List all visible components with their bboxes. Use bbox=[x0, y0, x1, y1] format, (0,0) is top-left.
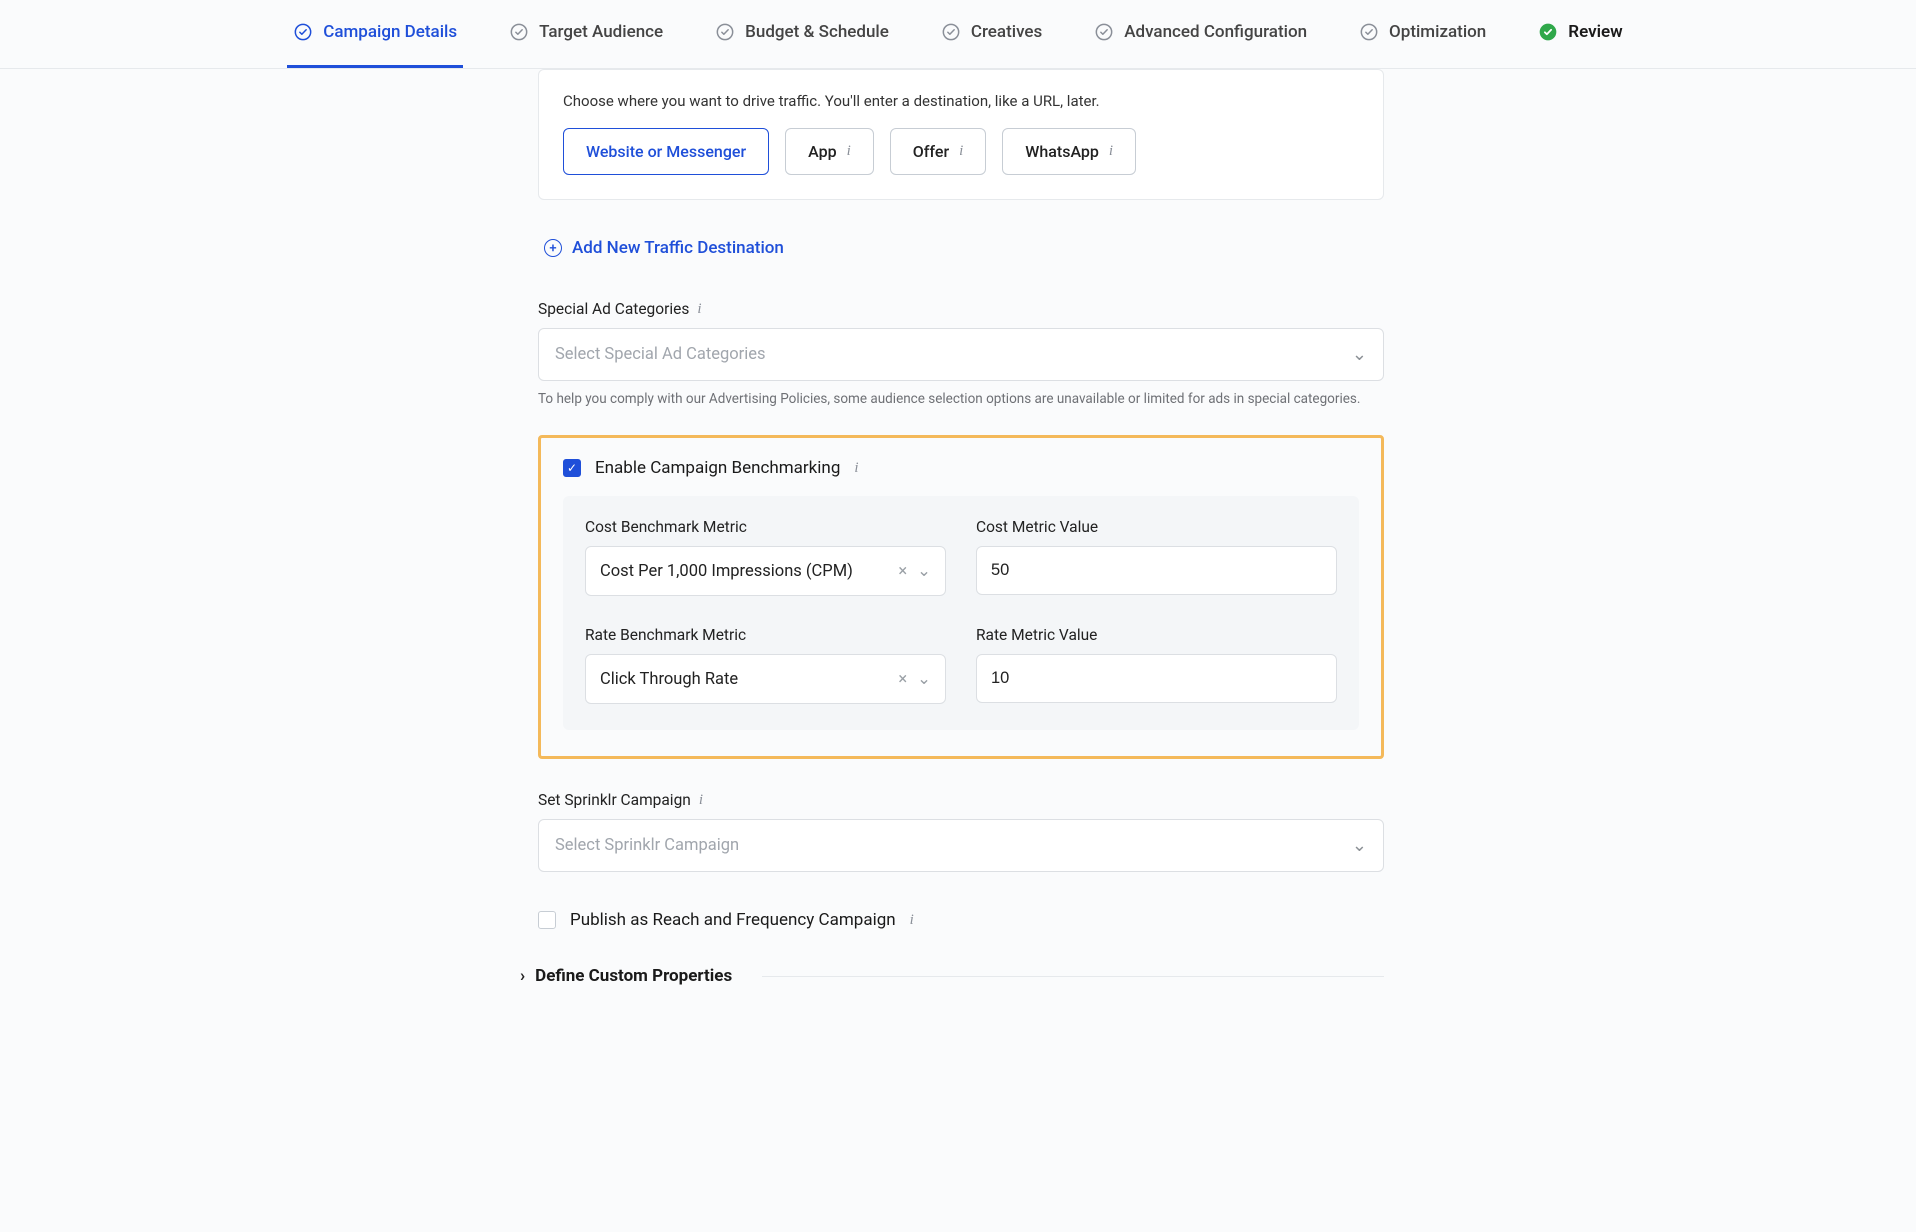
special-categories-help: To help you comply with our Advertising … bbox=[538, 391, 1384, 407]
tab-review[interactable]: Review bbox=[1532, 0, 1628, 68]
publish-reach-checkbox[interactable] bbox=[538, 911, 556, 929]
info-icon: i bbox=[699, 792, 703, 809]
check-circle-icon bbox=[715, 22, 735, 42]
select-placeholder: Select Sprinklr Campaign bbox=[555, 836, 739, 855]
cost-value-input[interactable] bbox=[991, 561, 1322, 580]
traffic-description: Choose where you want to drive traffic. … bbox=[563, 92, 1359, 110]
rate-value-cell: Rate Metric Value bbox=[976, 626, 1337, 704]
tab-label: Review bbox=[1568, 22, 1622, 42]
chevron-right-icon: › bbox=[520, 966, 525, 986]
info-icon: i bbox=[854, 460, 858, 477]
label-text: Special Ad Categories bbox=[538, 300, 689, 318]
check-circle-icon bbox=[941, 22, 961, 42]
traffic-option-whatsapp[interactable]: WhatsApp i bbox=[1002, 128, 1136, 175]
enable-benchmarking-checkbox[interactable]: ✓ bbox=[563, 459, 581, 477]
tab-budget-schedule[interactable]: Budget & Schedule bbox=[709, 0, 895, 68]
check-circle-icon bbox=[509, 22, 529, 42]
wizard-tabs: Campaign Details Target Audience Budget … bbox=[0, 0, 1916, 69]
clear-icon[interactable]: × bbox=[898, 670, 907, 689]
plus-circle-icon: + bbox=[544, 239, 562, 257]
label-text: Set Sprinklr Campaign bbox=[538, 791, 691, 809]
cost-value-label: Cost Metric Value bbox=[976, 518, 1337, 536]
enable-benchmarking-label: Enable Campaign Benchmarking bbox=[595, 458, 840, 478]
define-custom-properties-toggle[interactable]: › Define Custom Properties bbox=[520, 966, 1384, 986]
tab-creatives[interactable]: Creatives bbox=[935, 0, 1048, 68]
divider bbox=[762, 976, 1384, 977]
rate-metric-label: Rate Benchmark Metric bbox=[585, 626, 946, 644]
special-categories-label: Special Ad Categories i bbox=[538, 300, 1384, 318]
rate-metric-select[interactable]: Click Through Rate × ⌄ bbox=[585, 654, 946, 704]
rate-metric-cell: Rate Benchmark Metric Click Through Rate… bbox=[585, 626, 946, 704]
benchmarking-highlight: ✓ Enable Campaign Benchmarking i Cost Be… bbox=[538, 435, 1384, 759]
tab-label: Target Audience bbox=[539, 22, 663, 42]
tab-label: Budget & Schedule bbox=[745, 22, 889, 42]
cost-metric-value: Cost Per 1,000 Impressions (CPM) bbox=[600, 562, 853, 581]
sprinklr-campaign-select[interactable]: Select Sprinklr Campaign ⌄ bbox=[538, 819, 1384, 872]
traffic-option-website[interactable]: Website or Messenger bbox=[563, 128, 769, 175]
tab-advanced-config[interactable]: Advanced Configuration bbox=[1088, 0, 1313, 68]
chevron-down-icon: ⌄ bbox=[1352, 344, 1367, 365]
info-icon: i bbox=[910, 912, 914, 929]
check-circle-icon bbox=[1094, 22, 1114, 42]
cost-metric-label: Cost Benchmark Metric bbox=[585, 518, 946, 536]
traffic-option-label: WhatsApp bbox=[1025, 142, 1099, 161]
info-icon: i bbox=[697, 301, 701, 318]
tab-optimization[interactable]: Optimization bbox=[1353, 0, 1492, 68]
enable-benchmarking-row: ✓ Enable Campaign Benchmarking i bbox=[563, 458, 1359, 478]
tab-label: Campaign Details bbox=[323, 22, 457, 42]
info-icon: i bbox=[1109, 143, 1113, 160]
tab-campaign-details[interactable]: Campaign Details bbox=[287, 0, 463, 68]
traffic-option-label: Offer bbox=[913, 142, 949, 161]
traffic-destination-card: Choose where you want to drive traffic. … bbox=[538, 69, 1384, 200]
chevron-down-icon[interactable]: ⌄ bbox=[917, 669, 931, 689]
chevron-down-icon[interactable]: ⌄ bbox=[917, 561, 931, 581]
select-placeholder: Select Special Ad Categories bbox=[555, 345, 766, 364]
info-icon: i bbox=[959, 143, 963, 160]
benchmarking-grid: Cost Benchmark Metric Cost Per 1,000 Imp… bbox=[563, 496, 1359, 730]
special-categories-select[interactable]: Select Special Ad Categories ⌄ bbox=[538, 328, 1384, 381]
rate-value-input-wrap bbox=[976, 654, 1337, 703]
traffic-option-app[interactable]: App i bbox=[785, 128, 874, 175]
add-traffic-destination-link[interactable]: + Add New Traffic Destination bbox=[544, 238, 1384, 258]
cost-metric-cell: Cost Benchmark Metric Cost Per 1,000 Imp… bbox=[585, 518, 946, 596]
chevron-down-icon: ⌄ bbox=[1352, 835, 1367, 856]
check-circle-icon bbox=[293, 22, 313, 42]
add-traffic-label: Add New Traffic Destination bbox=[572, 238, 784, 258]
rate-value-input[interactable] bbox=[991, 669, 1322, 688]
cost-metric-select[interactable]: Cost Per 1,000 Impressions (CPM) × ⌄ bbox=[585, 546, 946, 596]
traffic-option-label: Website or Messenger bbox=[586, 142, 746, 161]
traffic-option-label: App bbox=[808, 142, 836, 161]
define-custom-label: Define Custom Properties bbox=[535, 966, 732, 986]
rate-value-label: Rate Metric Value bbox=[976, 626, 1337, 644]
check-fill-icon bbox=[1538, 22, 1558, 42]
tab-label: Creatives bbox=[971, 22, 1042, 42]
rate-metric-value: Click Through Rate bbox=[600, 670, 738, 689]
tab-label: Advanced Configuration bbox=[1124, 22, 1307, 42]
sprinklr-campaign-label: Set Sprinklr Campaign i bbox=[538, 791, 1384, 809]
traffic-options: Website or Messenger App i Offer i Whats… bbox=[563, 128, 1359, 175]
traffic-option-offer[interactable]: Offer i bbox=[890, 128, 987, 175]
tab-target-audience[interactable]: Target Audience bbox=[503, 0, 669, 68]
publish-reach-row: Publish as Reach and Frequency Campaign … bbox=[538, 910, 1384, 930]
cost-value-cell: Cost Metric Value bbox=[976, 518, 1337, 596]
info-icon: i bbox=[847, 143, 851, 160]
check-circle-icon bbox=[1359, 22, 1379, 42]
publish-reach-label: Publish as Reach and Frequency Campaign bbox=[570, 910, 896, 930]
clear-icon[interactable]: × bbox=[898, 562, 907, 581]
tab-label: Optimization bbox=[1389, 22, 1486, 42]
cost-value-input-wrap bbox=[976, 546, 1337, 595]
